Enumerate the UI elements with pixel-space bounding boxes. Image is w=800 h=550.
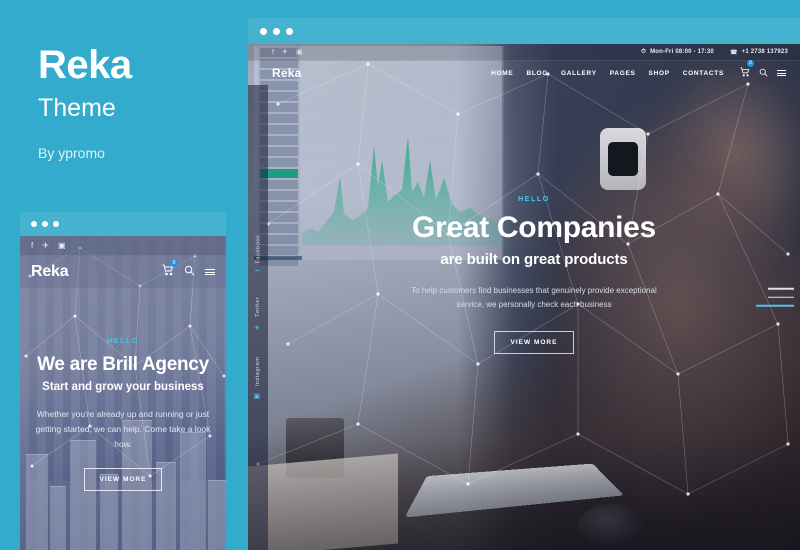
slider-navigation[interactable] xyxy=(756,287,794,307)
tablet-window-chrome xyxy=(20,212,226,236)
nav-item-home[interactable]: HOME xyxy=(491,70,513,77)
hero-eyebrow: HELLO xyxy=(107,338,139,345)
desktop-hero: HELLO Great Companies are built on great… xyxy=(268,85,800,550)
instagram-icon[interactable]: ▣ xyxy=(58,241,66,250)
hero-eyebrow: HELLO xyxy=(518,195,550,203)
desktop-main-menu: HOME BLOG GALLERY PAGES SHOP CONTACTS xyxy=(491,70,724,77)
topbar-hours: ⏱ Mon-Fri 08:00 - 17:30 xyxy=(641,49,714,56)
cart-count-badge: 0 xyxy=(170,259,178,267)
clock-icon: ⏱ xyxy=(641,48,647,55)
hero-subtitle: Start and grow your business xyxy=(42,381,204,393)
nav-item-shop[interactable]: SHOP xyxy=(649,70,670,77)
nav-item-contacts[interactable]: CONTACTS xyxy=(683,70,724,77)
search-icon[interactable] xyxy=(184,263,195,281)
facebook-icon: f xyxy=(254,268,262,272)
instagram-icon[interactable]: ▣ xyxy=(296,48,303,56)
instagram-icon: ▣ xyxy=(254,391,261,401)
hamburger-icon[interactable] xyxy=(205,269,215,275)
cart-button[interactable]: 0 xyxy=(740,60,754,82)
window-dot-maximize[interactable] xyxy=(53,221,59,227)
hero-title: Great Companies xyxy=(412,210,656,244)
desktop-viewport: f ✈ ▣ ⏱ Mon-Fri 08:00 - 17:30 ☎ +1 2738 … xyxy=(248,44,800,550)
twitter-icon: ✈ xyxy=(254,322,261,332)
topbar-contact-info: ⏱ Mon-Fri 08:00 - 17:30 ☎ +1 2738 137923 xyxy=(641,49,788,56)
rail-item-facebook[interactable]: f Facebook xyxy=(255,235,262,272)
tablet-social-bar: f ✈ ▣ xyxy=(20,236,226,256)
slider-line-2[interactable] xyxy=(768,296,794,298)
window-dot-minimize[interactable] xyxy=(273,27,280,35)
hero-lead-text: To help customers find businesses that g… xyxy=(411,285,657,310)
tablet-browser-mockup: f ✈ ▣ Reka 0 HELLO We are Brill Agency S… xyxy=(20,212,226,550)
desktop-browser-mockup: f ✈ ▣ ⏱ Mon-Fri 08:00 - 17:30 ☎ +1 2738 … xyxy=(248,18,800,550)
page-subtitle: Theme xyxy=(38,94,116,122)
rail-label-facebook: Facebook xyxy=(255,234,261,264)
tablet-nav-tools: 0 xyxy=(162,259,215,281)
tablet-viewport: f ✈ ▣ Reka 0 HELLO We are Brill Agency S… xyxy=(20,236,226,550)
facebook-icon[interactable]: f xyxy=(272,49,274,56)
twitter-icon[interactable]: ✈ xyxy=(282,48,288,56)
slider-line-1[interactable] xyxy=(768,287,794,290)
hero-view-more-button[interactable]: VIEW MORE xyxy=(493,331,575,355)
window-dot-close[interactable] xyxy=(260,27,267,35)
site-logo[interactable]: Reka xyxy=(272,66,302,80)
window-dot-maximize[interactable] xyxy=(286,27,293,35)
tablet-navbar: Reka 0 xyxy=(20,256,226,288)
rail-label-twitter: Twitter xyxy=(255,297,261,318)
nav-item-pages[interactable]: PAGES xyxy=(610,70,636,77)
hero-lead-text: Whether you're already up and running or… xyxy=(35,409,211,449)
nav-item-blog[interactable]: BLOG xyxy=(526,70,548,77)
rail-item-twitter[interactable]: ✈ Twitter xyxy=(254,297,262,331)
desktop-window-chrome xyxy=(248,18,800,44)
cart-button[interactable]: 0 xyxy=(162,259,178,281)
site-logo[interactable]: Reka xyxy=(31,263,69,281)
desktop-navbar: Reka HOME BLOG GALLERY PAGES SHOP CONTAC… xyxy=(248,60,800,85)
desktop-social-rail: f Facebook ✈ Twitter ▣ Instagram xyxy=(248,85,268,550)
slider-line-active[interactable] xyxy=(756,304,794,307)
hero-subtitle: are built on great products xyxy=(440,250,628,268)
rail-item-instagram[interactable]: ▣ Instagram xyxy=(254,357,262,400)
phone-icon: ☎ xyxy=(729,49,738,56)
branding-block: Reka Theme By ypromo xyxy=(38,44,238,161)
facebook-icon[interactable]: f xyxy=(31,241,33,250)
twitter-icon[interactable]: ✈ xyxy=(42,241,49,250)
topbar-social-links: f ✈ ▣ xyxy=(272,48,303,57)
tablet-hero: HELLO We are Brill Agency Start and grow… xyxy=(20,288,226,550)
search-icon[interactable] xyxy=(759,64,768,82)
window-dot-close[interactable] xyxy=(31,221,37,227)
topbar-phone[interactable]: ☎ +1 2738 137923 xyxy=(730,49,788,56)
window-dot-minimize[interactable] xyxy=(42,221,48,227)
hamburger-icon[interactable] xyxy=(777,70,786,76)
topbar-phone-text: +1 2738 137923 xyxy=(741,49,788,55)
nav-item-gallery[interactable]: GALLERY xyxy=(561,70,597,77)
desktop-topbar: f ✈ ▣ ⏱ Mon-Fri 08:00 - 17:30 ☎ +1 2738 … xyxy=(248,44,800,61)
rail-label-instagram: Instagram xyxy=(255,357,261,387)
topbar-hours-text: Mon-Fri 08:00 - 17:30 xyxy=(650,49,714,55)
hero-title: We are Brill Agency xyxy=(37,354,209,375)
hero-view-more-button[interactable]: VIEW MORE xyxy=(83,467,163,491)
desktop-nav-tools: 0 xyxy=(740,60,786,82)
cart-count-badge: 0 xyxy=(747,60,754,67)
page-title: Reka xyxy=(38,43,132,87)
author-credit: By ypromo xyxy=(38,145,105,161)
